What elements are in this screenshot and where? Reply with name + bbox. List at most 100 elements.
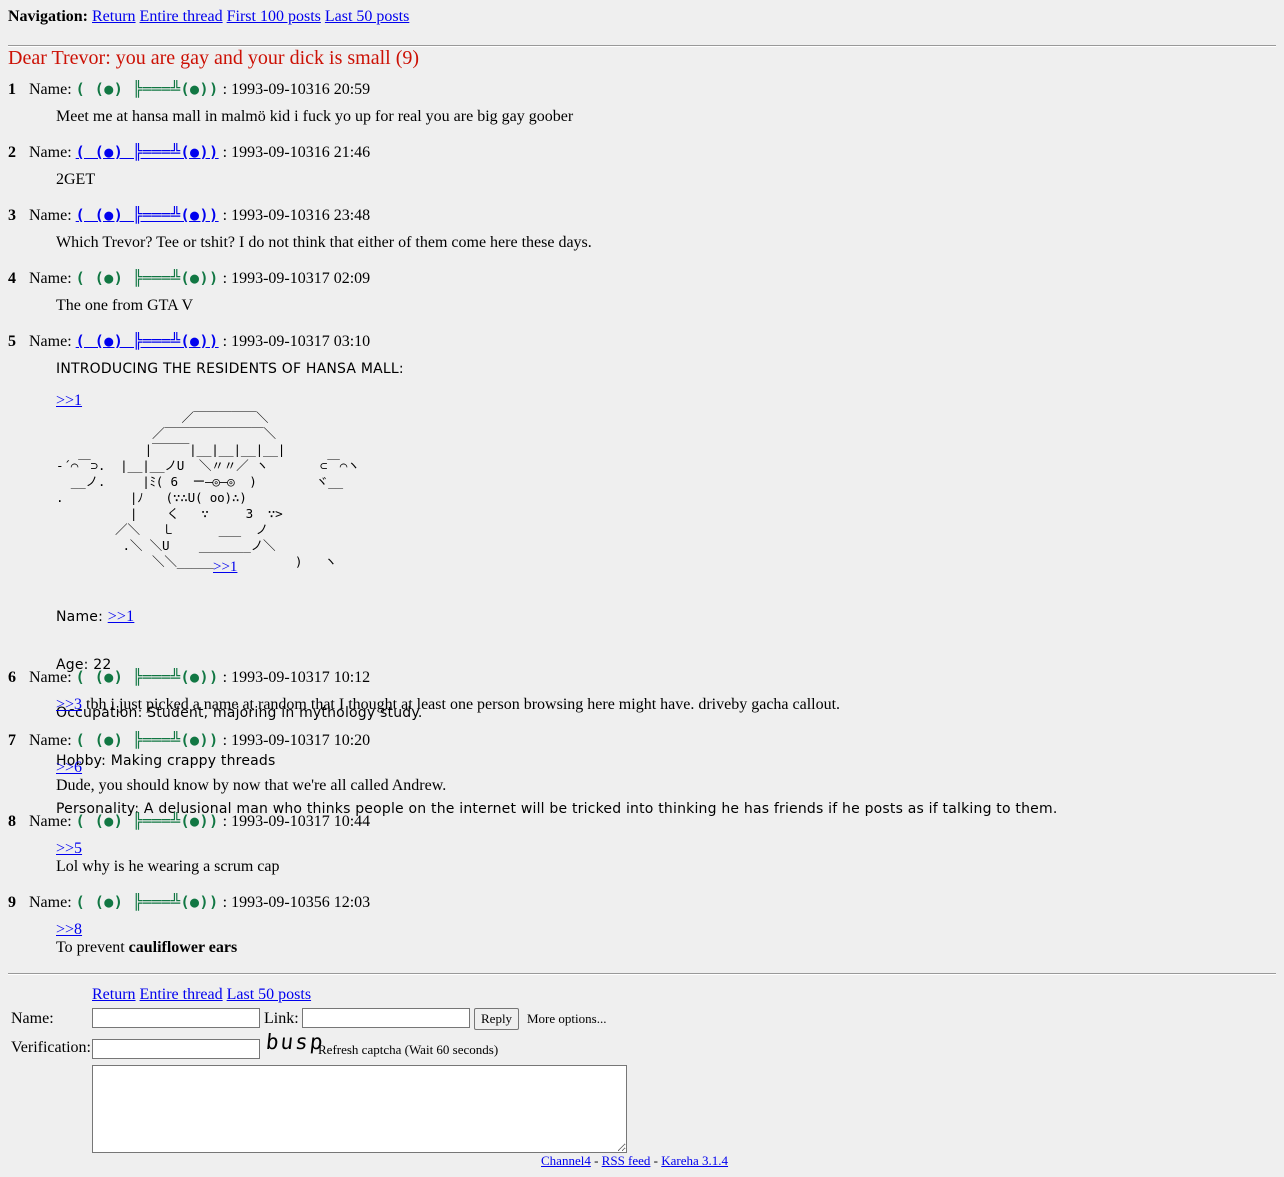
poster-name: ( (●) ╠═══╩(●)) <box>75 668 219 686</box>
poster-name: ( (●) ╠═══╩(●)) <box>75 812 219 830</box>
quote-link[interactable]: >>8 <box>56 921 82 939</box>
post-6: 6 Name: ( (●) ╠═══╩(●)) : 1993-09-10317 … <box>8 668 1268 713</box>
nav-first-100-link[interactable]: First 100 posts <box>227 8 321 25</box>
post-body: >>3 tbh i just picked a name at random t… <box>56 696 840 714</box>
poster-name-link[interactable]: ( (●) ╠═══╩(●)) <box>76 332 219 350</box>
art-quote-link[interactable]: >>1 <box>213 558 237 576</box>
footer-separator: - <box>650 1153 662 1168</box>
footer-channel4-link[interactable]: Channel4 <box>541 1153 591 1168</box>
post-date: : 1993-09-10356 12:03 <box>222 894 371 911</box>
post-header: 6 Name: ( (●) ╠═══╩(●)) : 1993-09-10317 … <box>8 668 1268 686</box>
quote-link[interactable]: >>3 <box>56 696 82 713</box>
post-date: : 1993-09-10317 10:44 <box>222 813 371 830</box>
link-input[interactable] <box>302 1008 470 1028</box>
quote-link[interactable]: >>6 <box>56 759 82 777</box>
post-number[interactable]: 4 <box>8 270 25 288</box>
post-header: 9 Name: ( (●) ╠═══╩(●)) : 1993-09-10356 … <box>8 893 1268 911</box>
name-label: Name: <box>29 894 72 911</box>
poster-name-link[interactable]: ( (●) ╠═══╩(●)) <box>76 206 219 224</box>
post-date: : 1993-09-10316 21:46 <box>222 144 371 161</box>
post-body: Dude, you should know by now that we're … <box>56 777 447 794</box>
nav-return-link[interactable]: Return <box>92 8 136 25</box>
poster-name: ( (●) ╠═══╩(●)) <box>75 893 219 911</box>
thread-title: Dear Trevor: you are gay and your dick i… <box>8 47 420 69</box>
captcha-wait-text: (Wait 60 seconds) <box>401 1042 499 1057</box>
post-4: 4 Name: ( (●) ╠═══╩(●)) : 1993-09-10317 … <box>8 269 1268 314</box>
profile-name-link[interactable]: >>1 <box>108 608 135 625</box>
post-number[interactable]: 6 <box>8 669 25 687</box>
post-text: tbh i just picked a name at random that … <box>82 696 841 713</box>
post-text: To prevent <box>56 939 129 956</box>
post-7: 7 Name: ( (●) ╠═══╩(●)) : 1993-09-10317 … <box>8 731 1268 794</box>
post-body: The one from GTA V <box>56 297 194 314</box>
post-number[interactable]: 3 <box>8 207 25 225</box>
post-date: : 1993-09-10317 02:09 <box>222 270 371 287</box>
post-number[interactable]: 2 <box>8 144 25 162</box>
poster-name: ( (●) ╠═══╩(●)) <box>75 731 219 749</box>
comment-textarea[interactable] <box>92 1065 627 1153</box>
quote-link[interactable]: >>1 <box>56 392 82 410</box>
captcha-image: busp <box>264 1030 326 1054</box>
post-body: Lol why is he wearing a scrum cap <box>56 858 280 875</box>
name-label: Name: <box>29 144 72 161</box>
post-date: : 1993-09-10316 23:48 <box>222 207 371 224</box>
nav-entire-thread-link[interactable]: Entire thread <box>140 8 223 25</box>
post-date: : 1993-09-10317 10:20 <box>222 732 371 749</box>
post-intro: INTRODUCING THE RESIDENTS OF HANSA MALL: <box>56 361 404 377</box>
post-body: Meet me at hansa mall in malmö kid i fuc… <box>56 108 574 125</box>
bottom-divider <box>8 973 1276 975</box>
post-header: 4 Name: ( (●) ╠═══╩(●)) : 1993-09-10317 … <box>8 269 1268 287</box>
quote-link[interactable]: >>5 <box>56 840 82 858</box>
form-return-link[interactable]: Return <box>92 986 136 1003</box>
footer: Channel4 - RSS feed - Kareha 3.1.4 <box>541 1153 728 1169</box>
poster-name: ( (●) ╠═══╩(●)) <box>75 80 219 98</box>
captcha-input[interactable] <box>92 1039 260 1059</box>
footer-rss-link[interactable]: RSS feed <box>602 1153 651 1168</box>
post-date: : 1993-09-10317 10:12 <box>222 669 371 686</box>
name-label: Name: <box>29 81 72 98</box>
form-last-50-link[interactable]: Last 50 posts <box>227 986 311 1003</box>
profile-name-line: Name: >>1 <box>56 608 1057 626</box>
captcha-refresh-line: Refresh captcha (Wait 60 seconds) <box>318 1042 498 1058</box>
post-header: 2 Name: ( (●) ╠═══╩(●)) : 1993-09-10316 … <box>8 143 1268 161</box>
post-header: 1 Name: ( (●) ╠═══╩(●)) : 1993-09-10316 … <box>8 80 1268 98</box>
post-number[interactable]: 9 <box>8 894 25 912</box>
ascii-art: ／￣￣￣￣￣＼ ／￣￣￣￣￣￣￣￣＼ |￣￣￣|__|__|__|__| -´⌒… <box>56 410 360 569</box>
refresh-captcha-link[interactable]: Refresh captcha <box>318 1042 401 1057</box>
post-1: 1 Name: ( (●) ╠═══╩(●)) : 1993-09-10316 … <box>8 80 1268 125</box>
footer-separator: - <box>590 1153 602 1168</box>
form-entire-thread-link[interactable]: Entire thread <box>140 986 223 1003</box>
post-body: Which Trevor? Tee or tshit? I do not thi… <box>56 234 592 251</box>
post-header: 3 Name: ( (●) ╠═══╩(●)) : 1993-09-10316 … <box>8 206 1268 224</box>
nav-last-50-link[interactable]: Last 50 posts <box>325 8 409 25</box>
footer-kareha-link[interactable]: Kareha 3.1.4 <box>661 1153 728 1168</box>
navigation-bar: Navigation: Return Entire thread First 1… <box>8 8 409 26</box>
name-label: Name: <box>29 207 72 224</box>
profile-hobby: Hobby: Making crappy threads <box>56 753 276 769</box>
name-label: Name: <box>29 813 72 830</box>
link-field-label: Link: <box>264 1010 299 1027</box>
reply-button[interactable]: Reply <box>474 1008 520 1030</box>
post-number[interactable]: 1 <box>8 81 25 99</box>
post-number[interactable]: 8 <box>8 813 25 831</box>
post-bold-text: cauliflower ears <box>128 939 238 956</box>
post-header: 8 Name: ( (●) ╠═══╩(●)) : 1993-09-10317 … <box>8 812 1268 830</box>
post-header: 5 Name: ( (●) ╠═══╩(●)) : 1993-09-10317 … <box>8 332 1268 350</box>
verification-label: Verification: <box>11 1039 91 1056</box>
poster-name-link[interactable]: ( (●) ╠═══╩(●)) <box>76 143 219 161</box>
post-number[interactable]: 5 <box>8 333 25 351</box>
post-body: 2GET <box>56 171 96 188</box>
post-header: 7 Name: ( (●) ╠═══╩(●)) : 1993-09-10317 … <box>8 731 1268 749</box>
name-label: Name: <box>29 732 72 749</box>
post-8: 8 Name: ( (●) ╠═══╩(●)) : 1993-09-10317 … <box>8 812 1268 875</box>
name-input[interactable] <box>92 1008 260 1028</box>
more-options-link[interactable]: More options... <box>527 1011 606 1027</box>
poster-name: ( (●) ╠═══╩(●)) <box>75 269 219 287</box>
name-label: Name: <box>29 333 72 350</box>
post-5: 5 Name: ( (●) ╠═══╩(●)) : 1993-09-10317 … <box>8 332 1268 409</box>
navigation-label: Navigation: <box>8 8 88 25</box>
post-date: : 1993-09-10317 03:10 <box>222 333 371 350</box>
post-body: To prevent cauliflower ears <box>56 939 237 957</box>
form-nav-links: Return Entire thread Last 50 posts <box>92 986 311 1004</box>
post-number[interactable]: 7 <box>8 732 25 750</box>
